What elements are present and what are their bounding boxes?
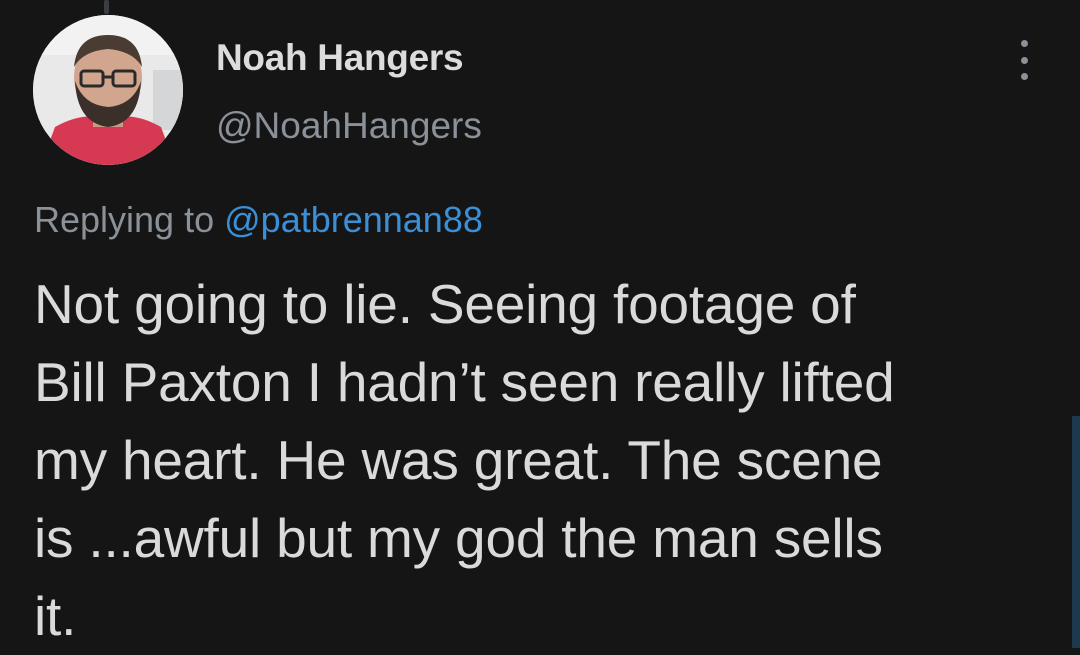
more-vertical-icon-dot xyxy=(1020,56,1028,64)
author-handle[interactable]: @NoahHangers xyxy=(216,104,482,148)
replying-to-line: Replying to @patbrennan88 xyxy=(34,198,483,242)
more-options-button[interactable] xyxy=(1012,40,1036,80)
thread-connector-line xyxy=(104,0,109,14)
tweet-text-line: it. xyxy=(34,585,77,647)
author-display-name[interactable]: Noah Hangers xyxy=(216,36,482,80)
more-vertical-icon-dot xyxy=(1020,73,1028,80)
tweet-text-line: Bill Paxton I hadn’t seen really lifted xyxy=(34,351,895,413)
tweet-text-line: Not going to lie. Seeing footage of xyxy=(34,273,856,335)
more-vertical-icon xyxy=(1020,40,1028,47)
tweet-text-line: my heart. He was great. The scene xyxy=(34,429,883,491)
replying-to-mention-link[interactable]: @patbrennan88 xyxy=(224,199,483,240)
tweet-body: Not going to lie. Seeing footage of Bill… xyxy=(34,265,1034,655)
tweet-header: Noah Hangers @NoahHangers xyxy=(216,36,482,148)
replying-prefix: Replying to xyxy=(34,199,215,240)
tweet-text-line: is ...awful but my god the man sells xyxy=(34,507,883,569)
avatar[interactable] xyxy=(33,15,183,165)
avatar-image xyxy=(33,15,183,165)
scrollbar[interactable] xyxy=(1072,416,1080,648)
